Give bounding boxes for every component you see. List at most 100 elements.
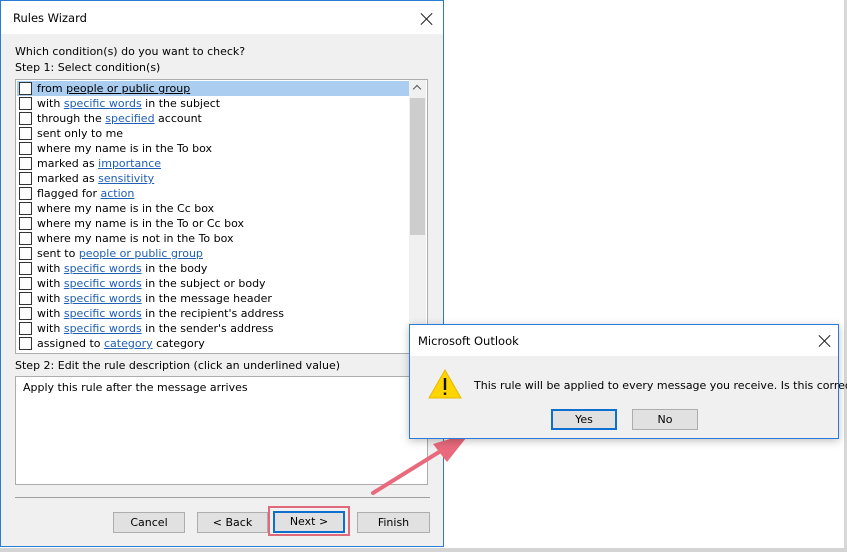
condition-text: in the subject <box>141 97 221 110</box>
condition-value-link[interactable]: specific words <box>64 322 142 335</box>
condition-value-link[interactable]: people or public group <box>79 247 203 260</box>
condition-value-link[interactable]: importance <box>98 157 161 170</box>
condition-item[interactable]: assigned to category category <box>17 336 409 351</box>
no-button[interactable]: No <box>632 409 698 430</box>
next-button-highlight <box>268 506 350 536</box>
condition-value-link[interactable]: sensitivity <box>98 172 154 185</box>
wizard-title: Rules Wizard <box>13 11 87 25</box>
condition-checkbox[interactable] <box>19 217 32 230</box>
step2-label: Step 2: Edit the rule description (click… <box>15 359 341 372</box>
cancel-button[interactable]: Cancel <box>113 512 185 533</box>
condition-value-link[interactable]: action <box>101 187 135 200</box>
conditions-scrollbar[interactable] <box>409 80 426 353</box>
condition-label: where my name is not in the To box <box>37 231 234 246</box>
condition-text: where my name is not in the To box <box>37 232 234 245</box>
condition-item[interactable]: where my name is not in the To box <box>17 231 409 246</box>
condition-item[interactable]: where my name is in the Cc box <box>17 201 409 216</box>
condition-checkbox[interactable] <box>19 187 32 200</box>
condition-label: with specific words in the recipient's a… <box>37 306 284 321</box>
condition-checkbox[interactable] <box>19 337 32 350</box>
condition-value-link[interactable]: specific words <box>64 262 142 275</box>
condition-checkbox[interactable] <box>19 307 32 320</box>
condition-label: with specific words in the message heade… <box>37 291 272 306</box>
condition-text: with <box>37 262 64 275</box>
condition-checkbox[interactable] <box>19 232 32 245</box>
condition-text: with <box>37 322 64 335</box>
step1-label: Step 1: Select condition(s) <box>15 61 161 74</box>
condition-checkbox[interactable] <box>19 82 32 95</box>
condition-label: through the specified account <box>37 111 202 126</box>
condition-label: sent to people or public group <box>37 246 203 261</box>
condition-item[interactable]: with specific words in the subject or bo… <box>17 276 409 291</box>
condition-value-link[interactable]: specific words <box>64 307 142 320</box>
condition-value-link[interactable]: specific words <box>64 277 142 290</box>
condition-value-link[interactable]: specific words <box>64 97 142 110</box>
condition-checkbox[interactable] <box>19 112 32 125</box>
back-button[interactable]: < Back <box>197 512 268 533</box>
condition-text: where my name is in the To box <box>37 142 213 155</box>
condition-text: where my name is in the To or Cc box <box>37 217 244 230</box>
scroll-thumb[interactable] <box>410 98 425 235</box>
condition-value-link[interactable]: people or public group <box>66 82 190 95</box>
condition-checkbox[interactable] <box>19 247 32 260</box>
condition-label: marked as importance <box>37 156 161 171</box>
condition-checkbox[interactable] <box>19 262 32 275</box>
condition-text: with <box>37 97 64 110</box>
condition-item[interactable]: with specific words in the sender's addr… <box>17 321 409 336</box>
condition-item[interactable]: sent only to me <box>17 126 409 141</box>
condition-item[interactable]: with specific words in the recipient's a… <box>17 306 409 321</box>
wizard-titlebar: Rules Wizard <box>1 1 443 34</box>
condition-checkbox[interactable] <box>19 97 32 110</box>
condition-label: with specific words in the body <box>37 261 207 276</box>
msgbox-title: Microsoft Outlook <box>418 334 519 348</box>
rule-description-box[interactable]: Apply this rule after the message arrive… <box>15 376 428 485</box>
condition-text: with <box>37 307 64 320</box>
finish-button[interactable]: Finish <box>357 512 430 533</box>
close-icon[interactable] <box>818 334 832 348</box>
condition-label: with specific words in the sender's addr… <box>37 321 273 336</box>
condition-text: where my name is in the Cc box <box>37 202 215 215</box>
condition-checkbox[interactable] <box>19 292 32 305</box>
condition-text: from <box>37 82 67 95</box>
condition-item[interactable]: sent to people or public group <box>17 246 409 261</box>
scroll-up-icon[interactable] <box>409 80 426 97</box>
condition-item[interactable]: flagged for action <box>17 186 409 201</box>
condition-checkbox[interactable] <box>19 157 32 170</box>
rules-wizard-dialog: Rules Wizard Which condition(s) do you w… <box>0 0 444 547</box>
condition-text: through the <box>37 112 106 125</box>
condition-checkbox[interactable] <box>19 172 32 185</box>
condition-checkbox[interactable] <box>19 277 32 290</box>
condition-item[interactable]: through the specified account <box>17 111 409 126</box>
separator <box>15 497 430 498</box>
condition-value-link[interactable]: specified <box>105 112 154 125</box>
conditions-list[interactable]: assigned to category category with specif… <box>15 79 428 354</box>
condition-label: where my name is in the To or Cc box <box>37 216 244 231</box>
condition-checkbox[interactable] <box>19 127 32 140</box>
condition-item[interactable]: marked as importance <box>17 156 409 171</box>
condition-label: sent only to me <box>37 126 123 141</box>
condition-label: flagged for action <box>37 186 134 201</box>
msgbox-message: This rule will be applied to every messa… <box>474 379 847 392</box>
condition-text: in the sender's address <box>141 322 274 335</box>
condition-text: assigned to <box>37 337 104 350</box>
condition-item[interactable]: marked as sensitivity <box>17 171 409 186</box>
condition-checkbox[interactable] <box>19 142 32 155</box>
condition-checkbox[interactable] <box>19 322 32 335</box>
condition-item[interactable]: from people or public group <box>17 81 409 96</box>
yes-button[interactable]: Yes <box>551 409 617 430</box>
background-edge-bottom <box>0 548 847 552</box>
condition-item[interactable]: with specific words in the subject <box>17 96 409 111</box>
warning-icon <box>428 369 462 399</box>
close-icon[interactable] <box>420 12 434 26</box>
condition-text: flagged for <box>37 187 101 200</box>
condition-value-link[interactable]: specific words <box>64 292 142 305</box>
condition-item[interactable]: where my name is in the To box <box>17 141 409 156</box>
condition-item[interactable]: with specific words in the body <box>17 261 409 276</box>
condition-text: in the message header <box>141 292 272 305</box>
question-label: Which condition(s) do you want to check? <box>15 45 246 58</box>
condition-item[interactable]: with specific words in the message heade… <box>17 291 409 306</box>
condition-item[interactable]: where my name is in the To or Cc box <box>17 216 409 231</box>
condition-value-link[interactable]: category <box>104 337 153 350</box>
condition-checkbox[interactable] <box>19 202 32 215</box>
condition-label: from people or public group <box>37 81 190 96</box>
